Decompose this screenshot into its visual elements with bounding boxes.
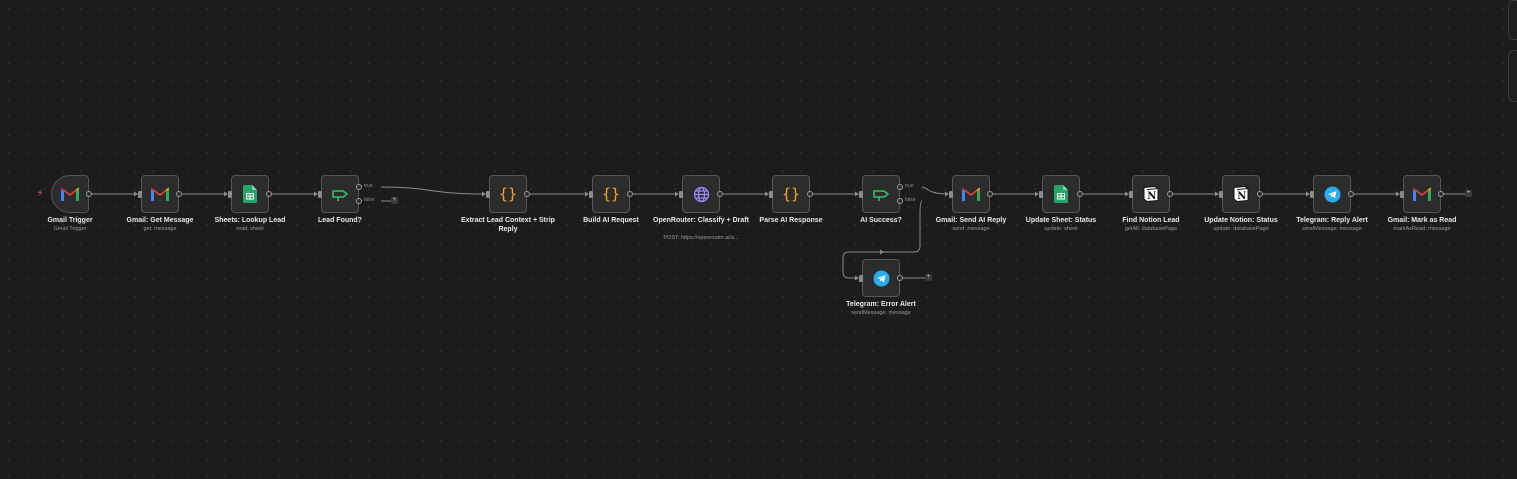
gmail-icon: [60, 186, 80, 202]
output-port[interactable]: [86, 191, 92, 197]
node-update-notion-status[interactable]: N: [1222, 175, 1260, 213]
node-subtitle: sendMessage: message: [851, 310, 911, 316]
svg-text:{}: {}: [782, 185, 800, 203]
node-gmail-get-message[interactable]: [141, 175, 179, 213]
output-port[interactable]: [987, 191, 993, 197]
node-subtitle: POST: https://openrouter.ai/a...: [663, 235, 739, 241]
output-port[interactable]: [524, 191, 530, 197]
code-braces-icon: {}: [498, 185, 518, 203]
telegram-icon: [873, 270, 890, 287]
connection-true: [921, 186, 949, 195]
branch-label-true: true: [364, 183, 373, 189]
input-port[interactable]: [1129, 190, 1133, 198]
input-port[interactable]: [228, 190, 232, 198]
svg-text:N: N: [1147, 191, 1156, 202]
node-title: Lead Found?: [318, 217, 362, 224]
node-ai-success[interactable]: [862, 175, 900, 213]
if-branch-icon: [331, 187, 349, 201]
google-sheets-icon: [243, 185, 257, 203]
connection-true: [380, 186, 486, 195]
node-title: Extract Lead Context + Strip Reply: [461, 217, 555, 233]
globe-icon: [693, 186, 710, 203]
node-gmail-mark-as-read[interactable]: [1403, 175, 1441, 213]
input-port[interactable]: [138, 190, 142, 198]
output-port-true[interactable]: [897, 184, 903, 190]
input-port[interactable]: [1400, 190, 1404, 198]
output-port[interactable]: [897, 275, 903, 281]
node-telegram-error-alert[interactable]: [862, 259, 900, 297]
svg-text:N: N: [1237, 191, 1246, 202]
output-port-false[interactable]: [897, 198, 903, 204]
node-subtitle: markAsRead: message: [1393, 226, 1451, 232]
side-panel-handle[interactable]: [1508, 50, 1517, 102]
input-port[interactable]: [679, 190, 683, 198]
node-parse-ai-response[interactable]: {}: [772, 175, 810, 213]
notion-icon: N: [1232, 185, 1250, 203]
gmail-icon: [1412, 186, 1432, 202]
branch-label-false: false: [364, 197, 375, 203]
node-title: Gmail: Mark as Read: [1387, 217, 1457, 224]
side-panel-handle-top[interactable]: [1508, 0, 1517, 40]
input-port[interactable]: [1310, 190, 1314, 198]
input-port[interactable]: [859, 190, 863, 198]
input-port[interactable]: [1039, 190, 1043, 198]
output-port[interactable]: [627, 191, 633, 197]
output-port[interactable]: [1077, 191, 1083, 197]
gmail-icon: [961, 186, 981, 202]
output-port-true[interactable]: [356, 184, 362, 190]
node-gmail-trigger[interactable]: [51, 175, 89, 213]
node-lead-found[interactable]: [321, 175, 359, 213]
node-update-sheet-status[interactable]: [1042, 175, 1080, 213]
google-sheets-icon: [1054, 185, 1068, 203]
add-node-button[interactable]: +: [1465, 190, 1472, 197]
output-port[interactable]: [807, 191, 813, 197]
node-telegram-reply-alert[interactable]: [1313, 175, 1351, 213]
node-title: Telegram: Error Alert: [846, 301, 916, 308]
node-subtitle: read: sheet: [236, 226, 264, 232]
output-port[interactable]: [717, 191, 723, 197]
lightning-bolt-icon: ⚡: [37, 188, 44, 198]
node-build-ai-request[interactable]: {}: [592, 175, 630, 213]
notion-icon: N: [1142, 185, 1160, 203]
output-port[interactable]: [266, 191, 272, 197]
input-port[interactable]: [486, 190, 490, 198]
connection-arrow: [880, 249, 884, 255]
input-port[interactable]: [859, 274, 863, 282]
output-port[interactable]: [1438, 191, 1444, 197]
svg-text:{}: {}: [499, 185, 517, 203]
branch-label-false: false: [905, 197, 916, 203]
input-port[interactable]: [1219, 190, 1223, 198]
input-port[interactable]: [318, 190, 322, 198]
branch-label-true: true: [905, 183, 914, 189]
add-node-button[interactable]: +: [391, 197, 398, 204]
input-port[interactable]: [589, 190, 593, 198]
gmail-icon: [150, 186, 170, 202]
node-sheets-lookup-lead[interactable]: [231, 175, 269, 213]
input-port[interactable]: [949, 190, 953, 198]
node-gmail-send-ai-reply[interactable]: [952, 175, 990, 213]
output-port[interactable]: [1167, 191, 1173, 197]
output-port[interactable]: [176, 191, 182, 197]
output-port-false[interactable]: [356, 198, 362, 204]
code-braces-icon: {}: [601, 185, 621, 203]
workflow-canvas[interactable]: Gmail Trigger Gmail Trigger ⚡ Gmail: Get M…: [0, 0, 1517, 479]
telegram-icon: [1324, 186, 1341, 203]
add-node-button[interactable]: +: [925, 274, 932, 281]
output-port[interactable]: [1257, 191, 1263, 197]
output-port[interactable]: [1348, 191, 1354, 197]
input-port[interactable]: [769, 190, 773, 198]
if-branch-icon: [872, 187, 890, 201]
code-braces-icon: {}: [781, 185, 801, 203]
node-extract-lead-context[interactable]: {}: [489, 175, 527, 213]
node-openrouter-classify[interactable]: [682, 175, 720, 213]
node-find-notion-lead[interactable]: N: [1132, 175, 1170, 213]
svg-text:{}: {}: [602, 185, 620, 203]
